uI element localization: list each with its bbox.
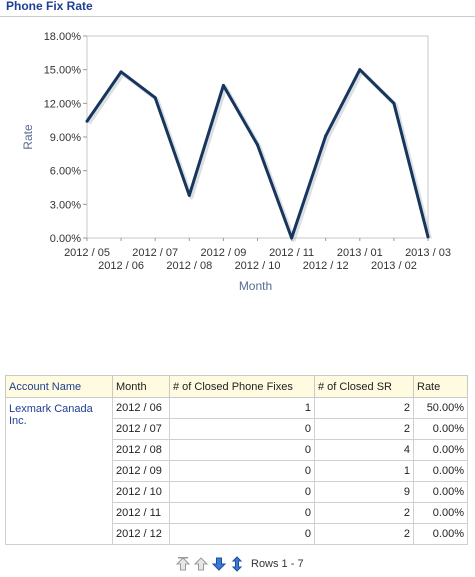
first-page-icon[interactable] [175, 556, 191, 572]
line-chart: 0.00% 3.00% 6.00% 9.00% 12.00% 15.00% 18.00% 20… [0, 17, 475, 317]
month-cell: 2012 / 08 [112, 439, 170, 461]
data-point [153, 96, 157, 100]
x-tick-label: 2013 / 03 [405, 247, 451, 259]
month-cell: 2012 / 06 [112, 397, 170, 419]
next-page-icon[interactable] [211, 556, 227, 572]
previous-page-icon[interactable] [193, 556, 209, 572]
x-tick-label: 2013 / 02 [371, 260, 417, 272]
month-cell: 2012 / 11 [112, 502, 170, 524]
closed-phone-fixes-cell: 1 [169, 397, 315, 419]
y-tick-label: 3.00% [50, 199, 81, 211]
x-tick-label: 2012 / 06 [98, 260, 144, 272]
show-all-rows-icon[interactable] [229, 556, 245, 572]
y-axis-title: Rate [21, 124, 35, 150]
rate-cell: 0.00% [413, 460, 468, 482]
x-tick-label: 2012 / 05 [64, 247, 110, 259]
closed-sr-cell: 1 [314, 460, 414, 482]
account-name-cell[interactable]: Lexmark Canada Inc. [5, 397, 113, 545]
panel-header: Phone Fix Rate [0, 0, 475, 17]
rate-cell: 0.00% [413, 502, 468, 524]
x-axis-title: Month [239, 279, 272, 293]
data-point [85, 119, 89, 123]
closed-phone-fixes-cell: 0 [169, 418, 315, 440]
closed-sr-cell: 2 [314, 397, 414, 419]
rows-range-label: Rows 1 - 7 [251, 558, 304, 570]
y-tick-label: 9.00% [50, 132, 81, 144]
closed-phone-fixes-cell: 0 [169, 439, 315, 461]
rate-cell: 0.00% [413, 439, 468, 461]
closed-sr-cell: 2 [314, 502, 414, 524]
column-header-month[interactable]: Month [112, 375, 170, 398]
table-body: Lexmark Canada Inc. 2012 / 06 1 2 50.00% 2012… [5, 397, 468, 545]
data-point [358, 68, 362, 72]
data-point [324, 134, 328, 138]
column-header-rate[interactable]: Rate [413, 375, 468, 398]
rate-cell: 0.00% [413, 418, 468, 440]
plot-area [86, 35, 429, 239]
x-tick-label: 2012 / 11 [269, 247, 314, 259]
chart-svg: 0.00% 3.00% 6.00% 9.00% 12.00% 15.00% 18.00% 20… [21, 31, 451, 293]
closed-phone-fixes-cell: 0 [169, 502, 315, 524]
closed-sr-cell: 4 [314, 439, 414, 461]
results-table: Account Name Month # of Closed Phone Fix… [5, 375, 468, 545]
rate-cell: 0.00% [413, 523, 468, 545]
data-point [290, 236, 294, 240]
pagination-controls: Rows 1 - 7 [175, 556, 304, 572]
x-tick-label: 2012 / 12 [303, 260, 349, 272]
y-tick-label: 18.00% [44, 31, 82, 43]
closed-sr-cell: 2 [314, 418, 414, 440]
x-tick-label: 2013 / 01 [337, 247, 383, 259]
rate-cell: 50.00% [413, 397, 468, 419]
data-point [392, 101, 396, 105]
month-cell: 2012 / 10 [112, 481, 170, 503]
page-title: Phone Fix Rate [6, 0, 93, 13]
y-tick-label: 15.00% [44, 65, 82, 77]
closed-phone-fixes-cell: 0 [169, 523, 315, 545]
x-tick-label: 2012 / 07 [132, 247, 178, 259]
rate-cell: 0.00% [413, 481, 468, 503]
closed-phone-fixes-cell: 0 [169, 481, 315, 503]
month-cell: 2012 / 09 [112, 460, 170, 482]
closed-phone-fixes-cell: 0 [169, 460, 315, 482]
y-tick-label: 0.00% [50, 233, 81, 245]
column-header-closed-sr[interactable]: # of Closed SR [314, 375, 414, 398]
data-point [256, 143, 259, 147]
y-tick-label: 6.00% [50, 166, 81, 178]
x-tick-label: 2012 / 08 [166, 260, 212, 272]
x-tick-label: 2012 / 09 [200, 247, 246, 259]
table-row: Lexmark Canada Inc. 2012 / 06 1 2 50.00% [5, 397, 468, 545]
closed-sr-cell: 9 [314, 481, 414, 503]
month-cell: 2012 / 07 [112, 418, 170, 440]
data-point [221, 83, 225, 87]
month-cell: 2012 / 12 [112, 523, 170, 545]
closed-sr-cell: 2 [314, 523, 414, 545]
column-header-account-name[interactable]: Account Name [5, 375, 113, 398]
x-tick-label: 2012 / 10 [235, 260, 281, 272]
data-point [426, 235, 430, 239]
data-point [187, 193, 191, 197]
table-header-row: Account Name Month # of Closed Phone Fix… [5, 375, 468, 398]
data-point [119, 70, 123, 74]
y-tick-label: 12.00% [44, 98, 82, 110]
column-header-closed-phone-fixes[interactable]: # of Closed Phone Fixes [169, 375, 315, 398]
